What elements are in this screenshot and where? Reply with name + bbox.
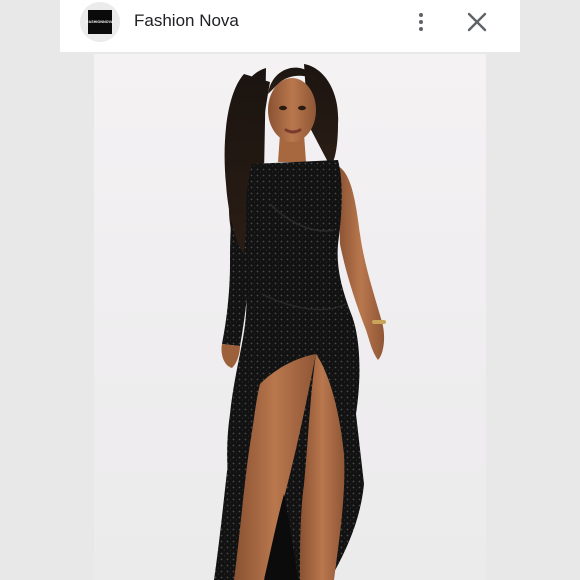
screen: FASHIONNOVA Fashion Nova xyxy=(0,0,580,580)
more-vertical-icon xyxy=(419,13,423,17)
logo-text: FASHIONNOVA xyxy=(86,20,114,24)
fashion-nova-logo-icon: FASHIONNOVA xyxy=(86,10,114,34)
more-options-button[interactable] xyxy=(410,8,432,36)
site-name: Fashion Nova xyxy=(134,11,239,30)
close-icon xyxy=(467,12,487,32)
more-vertical-icon-dot xyxy=(419,20,423,24)
product-photo xyxy=(94,54,486,580)
more-vertical-icon-dot xyxy=(419,27,423,31)
model-in-sequin-dress-image xyxy=(214,64,386,580)
site-header: FASHIONNOVA Fashion Nova xyxy=(60,0,520,52)
close-button[interactable] xyxy=(464,9,490,35)
site-avatar[interactable]: FASHIONNOVA xyxy=(80,2,120,42)
